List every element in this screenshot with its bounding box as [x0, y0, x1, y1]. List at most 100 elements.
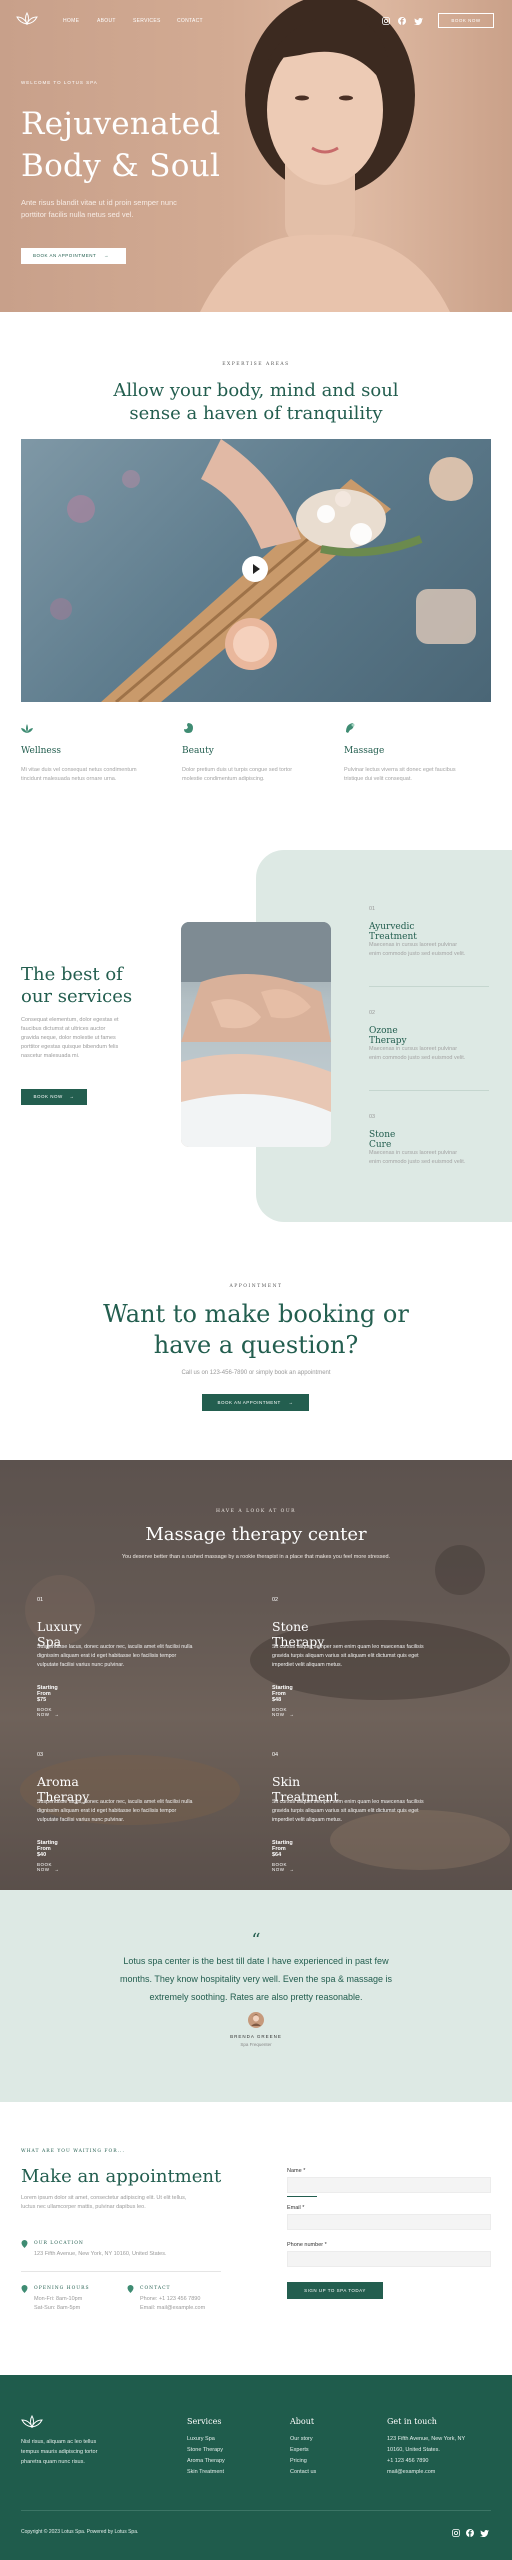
card-book-label-3: BOOK NOW [37, 1862, 53, 1872]
service-text-3-line1: Maecenas in cursus laoreet pulvinar [369, 1150, 458, 1156]
arrow-right-icon: → [289, 1867, 295, 1872]
hero-eyebrow: WELCOME TO LOTUS SPA [21, 80, 98, 85]
booking-appointment-button[interactable]: BOOK AN APPOINTMENT → [202, 1394, 309, 1411]
service-divider-1 [369, 986, 489, 987]
footer-contact-line1: 123 Fifth Avenue, New York, NY [387, 2436, 466, 2442]
hero-text-line2: porttitor facilis nulla netus sed vel. [21, 210, 134, 219]
card-book-now-4[interactable]: BOOK NOW → [272, 1862, 295, 1872]
massage-icon [346, 723, 355, 733]
services-book-now-button[interactable]: BOOK NOW → [21, 1089, 87, 1105]
service-num-2: 02 [369, 1010, 376, 1016]
facebook-icon[interactable] [398, 17, 406, 25]
feature-text-massage-line2: tristique dui velit consequat. [344, 776, 412, 782]
hero-cta-label: BOOK AN APPOINTMENT [33, 253, 97, 258]
footer-copyright: Copyright © 2023 Lotus Spa. Powered by L… [21, 2529, 139, 2535]
arrow-right-icon: → [54, 1867, 60, 1872]
card-text-4-line1: Sit cursus aliquet semper sem enim quam … [272, 1799, 424, 1805]
card-price-3: Starting From $40 [37, 1840, 58, 1858]
nav-services[interactable]: SERVICES [133, 18, 161, 24]
card-book-now-1[interactable]: BOOK NOW → [37, 1707, 60, 1717]
footer-service-link-2[interactable]: Stone Therapy [187, 2447, 223, 2453]
card-text-4-line2: gravida turpis aliquam varius sit aliqua… [272, 1808, 419, 1814]
service-title-3: Stone Cure [369, 1130, 396, 1150]
signup-submit-button[interactable]: SIGN UP TO SPA TODAY [287, 2282, 383, 2299]
service-num-3: 03 [369, 1114, 376, 1120]
footer-service-link-3[interactable]: Aroma Therapy [187, 2458, 225, 2464]
arrow-right-icon: → [289, 1712, 295, 1717]
card-text-2-line2: gravida turpis aliquam varius sit aliqua… [272, 1653, 419, 1659]
name-field[interactable] [287, 2177, 491, 2193]
testimonial-role: Spa Frequenter [240, 2042, 272, 2047]
spa-video-thumbnail[interactable] [21, 439, 491, 702]
feature-text-beauty-line2: molestie condimentum adipiscing. [182, 776, 265, 782]
card-book-label-2: BOOK NOW [272, 1707, 288, 1717]
twitter-icon[interactable] [414, 18, 423, 25]
footer-service-link-1[interactable]: Luxury Spa [187, 2436, 215, 2442]
footer-divider [21, 2510, 491, 2511]
location-address: 123 Fifth Avenue, New York, NY 10160, Un… [34, 2251, 167, 2257]
footer-about-link-1[interactable]: Our story [290, 2436, 313, 2442]
services-text-line4: porttitor egestas quisque bibendum felis [21, 1044, 119, 1050]
feature-title-wellness: Wellness [21, 746, 61, 756]
feature-text-wellness-line1: Mi vitae duis vel consequat netus condim… [21, 767, 137, 773]
card-text-1-line3: vulputate facilisi varius nunc pulvinar. [37, 1662, 125, 1668]
card-text-2-line3: imperdiet velit aliquam metus. [272, 1662, 343, 1668]
email-field[interactable] [287, 2214, 491, 2230]
map-pin-icon [21, 2240, 28, 2248]
card-num-2: 02 [272, 1597, 279, 1603]
service-title-2: Ozone Therapy [369, 1026, 407, 1046]
card-book-now-3[interactable]: BOOK NOW → [37, 1862, 60, 1872]
footer-contact-phone[interactable]: +1 123 456 7890 [387, 2458, 428, 2464]
hero-title-line2: Body & Soul [21, 148, 221, 184]
avatar [248, 2012, 264, 2028]
services-title-line1: The best of [21, 964, 123, 985]
appointment-eyebrow: WHAT ARE YOU WAITING FOR... [21, 2149, 125, 2154]
hero-section: HOME ABOUT SERVICES CONTACT BOOK NOW WEL… [0, 0, 512, 312]
testimonial-quote-line2: months. They know hospitality very well.… [120, 1974, 392, 1984]
service-divider-2 [369, 1090, 489, 1091]
footer-twitter-icon[interactable] [480, 2530, 489, 2537]
instagram-icon[interactable] [382, 17, 390, 25]
service-text-2-line1: Maecenas in cursus laoreet pulvinar [369, 1046, 458, 1052]
footer-instagram-icon[interactable] [452, 2529, 460, 2537]
footer-about-link-2[interactable]: Experts [290, 2447, 309, 2453]
card-text-3-line1: Suspendisse lacus, donec auctor nec, iac… [37, 1799, 193, 1805]
nav-contact[interactable]: CONTACT [177, 18, 203, 24]
center-eyebrow: HAVE A LOOK AT OUR [215, 1509, 297, 1514]
quote-icon: “ [251, 1930, 261, 1951]
footer-contact-email[interactable]: mail@example.com [387, 2469, 435, 2475]
footer-about-line3: pharetra quam nunc risus. [21, 2459, 85, 2465]
phone-field[interactable] [287, 2251, 491, 2267]
card-text-3-line3: vulputate facilisi varius nunc pulvinar. [37, 1817, 125, 1823]
card-price-2: Starting From $48 [272, 1685, 293, 1703]
nav-home[interactable]: HOME [63, 18, 79, 24]
service-title-1: Ayurvedic Treatment [369, 922, 417, 942]
service-text-2-line2: enim commodo justo sed euismod velit. [369, 1055, 466, 1061]
appointment-text-line1: Lorem ipsum dolor sit amet, consectetur … [21, 2195, 187, 2201]
footer-facebook-icon[interactable] [466, 2529, 474, 2537]
footer-contact-line2: 10160, United States. [387, 2447, 440, 2453]
services-text-line5: nascetur malesuada mi. [21, 1053, 80, 1059]
footer-service-link-4[interactable]: Skin Treatment [187, 2469, 224, 2475]
nav-about[interactable]: ABOUT [97, 18, 116, 24]
footer-lotus-logo-icon[interactable] [21, 2415, 43, 2429]
feature-title-beauty: Beauty [182, 746, 214, 756]
feature-text-wellness-line2: tincidunt malesuada netus ornare urna. [21, 776, 117, 782]
email-label: Email * [287, 2205, 305, 2211]
hero-book-appointment-button[interactable]: BOOK AN APPOINTMENT → [21, 248, 126, 264]
play-button[interactable] [242, 556, 268, 582]
name-label: Name * [287, 2168, 306, 2174]
card-book-now-2[interactable]: BOOK NOW → [272, 1707, 295, 1717]
services-text-line1: Consequat elementum, dolor egestas et [21, 1017, 119, 1023]
card-text-2-line1: Sit cursus aliquet semper sem enim quam … [272, 1644, 424, 1650]
beauty-icon [184, 723, 193, 733]
card-book-label-1: BOOK NOW [37, 1707, 53, 1717]
arrow-right-icon: → [103, 253, 109, 258]
nav-book-now-button[interactable]: BOOK NOW [438, 13, 494, 28]
footer-services-heading: Services [187, 2417, 222, 2426]
footer-about-link-3[interactable]: Pricing [290, 2458, 307, 2464]
lotus-logo-icon[interactable] [16, 12, 38, 26]
card-text-1-line1: Suspendisse lacus, donec auctor nec, iac… [37, 1644, 193, 1650]
footer-about-link-4[interactable]: Contact us [290, 2469, 316, 2475]
booking-cta-label: BOOK AN APPOINTMENT [217, 1400, 281, 1405]
